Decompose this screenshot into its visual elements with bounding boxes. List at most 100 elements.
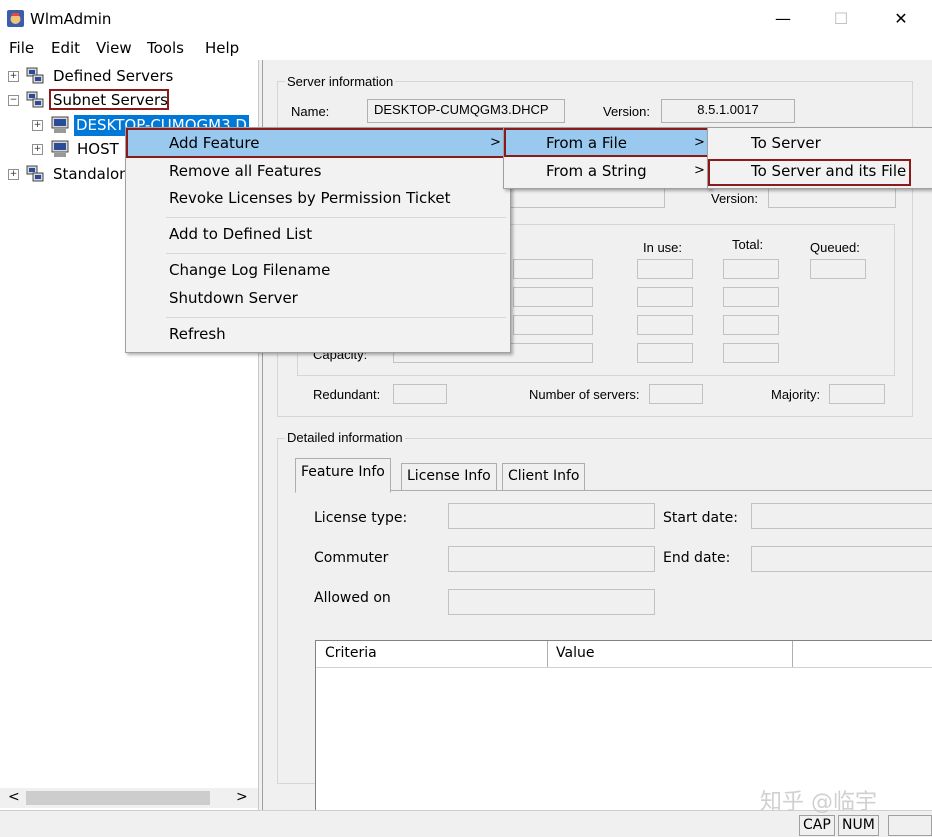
watermark: 知乎 @临宇 — [760, 790, 877, 815]
total-field — [723, 287, 779, 307]
tree-label: HOST — [77, 140, 119, 158]
menu-item-refresh[interactable]: Refresh — [128, 321, 506, 347]
version-label: Version: — [603, 104, 650, 119]
end-date-label: End date: — [663, 550, 731, 566]
menu-edit[interactable]: Edit — [51, 39, 80, 57]
menu-separator — [166, 217, 506, 218]
server-icon — [26, 91, 44, 108]
menu-item-from-a-string[interactable]: From a String > — [506, 158, 708, 184]
menu-separator — [166, 253, 506, 254]
commuter-field — [448, 546, 655, 572]
server-icon — [26, 165, 44, 182]
total-field — [723, 315, 779, 335]
annotation-box — [708, 159, 911, 186]
annotation-box — [49, 89, 169, 110]
commuter-label: Commuter — [314, 550, 389, 566]
annotation-box — [504, 128, 710, 157]
redundant-field — [393, 384, 447, 404]
tree-node-standalone[interactable]: + Standalon — [8, 164, 129, 186]
num-indicator: NUM — [838, 815, 879, 836]
expand-icon[interactable]: + — [8, 169, 19, 180]
tab-license-info[interactable]: License Info — [401, 463, 497, 491]
menu-bar: File Edit View Tools Help — [0, 38, 932, 60]
name-label: Name: — [291, 104, 330, 119]
end-date-field — [751, 546, 932, 572]
menu-item-to-server[interactable]: To Server — [710, 130, 930, 156]
menu-tools[interactable]: Tools — [147, 39, 184, 57]
title-bar: WlmAdmin — ☐ ✕ — [0, 0, 932, 38]
server-icon — [51, 116, 69, 133]
queued-field — [810, 259, 866, 279]
in-use-field — [637, 315, 693, 335]
table-header-row — [316, 641, 932, 668]
expand-icon[interactable]: + — [8, 71, 19, 82]
menu-item-label: Refresh — [169, 325, 226, 343]
version2-field — [768, 188, 896, 208]
tab-feature-info[interactable]: Feature Info — [295, 458, 391, 493]
detailed-info-legend: Detailed information — [285, 430, 405, 445]
minimize-icon: — — [775, 9, 791, 28]
column-header-criteria[interactable]: Criteria — [325, 645, 377, 661]
redundant-label: Redundant: — [313, 387, 381, 402]
in-use-field — [637, 287, 693, 307]
column-header-value[interactable]: Value — [556, 645, 594, 661]
collapse-icon[interactable]: − — [8, 95, 19, 106]
submenu-arrow-icon: > — [694, 163, 705, 178]
maximize-button[interactable]: ☐ — [818, 0, 864, 38]
queued-label: Queued: — [810, 240, 860, 255]
menu-file[interactable]: File — [9, 39, 34, 57]
menu-item-revoke-licenses[interactable]: Revoke Licenses by Permission Ticket — [128, 185, 506, 211]
menu-item-label: Revoke Licenses by Permission Ticket — [169, 189, 451, 207]
menu-item-change-log-filename[interactable]: Change Log Filename — [128, 257, 506, 283]
tree-node-defined-servers[interactable]: + Defined Servers — [8, 66, 248, 88]
menu-item-label: Add to Defined List — [169, 225, 313, 243]
tree-label: Standalon — [53, 165, 129, 183]
num-servers-label: Number of servers: — [529, 387, 640, 402]
scroll-thumb[interactable] — [26, 791, 210, 805]
column-divider[interactable] — [792, 641, 793, 667]
menu-item-label: From a String — [546, 162, 647, 180]
license-type-label: License type: — [314, 510, 408, 526]
maximize-icon: ☐ — [833, 9, 849, 28]
close-icon: ✕ — [894, 9, 908, 28]
allowed-on-label: Allowed on — [314, 590, 391, 606]
tab-client-info[interactable]: Client Info — [502, 463, 586, 491]
scroll-left-icon[interactable]: < — [8, 789, 20, 805]
close-button[interactable]: ✕ — [878, 0, 924, 38]
version-field: 8.5.1.0017 — [661, 99, 795, 123]
menu-item-add-to-defined-list[interactable]: Add to Defined List — [128, 221, 506, 247]
status-cell-empty — [888, 815, 932, 836]
menu-item-label: Change Log Filename — [169, 261, 331, 279]
total-label: Total: — [732, 237, 764, 252]
scroll-right-icon[interactable]: > — [236, 789, 248, 805]
count-field — [513, 315, 593, 335]
tree-label: Defined Servers — [53, 67, 174, 85]
version2-label: Version: — [711, 191, 758, 206]
menu-help[interactable]: Help — [205, 39, 239, 57]
menu-view[interactable]: View — [96, 39, 132, 57]
server-icon — [26, 67, 44, 84]
context-menu: Add Feature > Remove all Features Revoke… — [125, 127, 511, 353]
menu-item-shutdown-server[interactable]: Shutdown Server — [128, 285, 506, 311]
menu-item-label: Remove all Features — [169, 162, 322, 180]
server-icon — [51, 140, 69, 157]
in-use-field — [637, 259, 693, 279]
annotation-box — [126, 128, 510, 158]
menu-item-label: Shutdown Server — [169, 289, 298, 307]
start-date-field — [751, 503, 932, 529]
license-type-field — [448, 503, 655, 529]
menu-separator — [166, 317, 506, 318]
expand-icon[interactable]: + — [32, 144, 43, 155]
in-use-label: In use: — [643, 240, 683, 255]
column-divider[interactable] — [547, 641, 548, 667]
submenu-from-a-file: To Server To Server and its File — [707, 127, 932, 189]
total-field — [723, 343, 779, 363]
minimize-button[interactable]: — — [760, 0, 806, 38]
app-icon — [7, 10, 24, 27]
expand-icon[interactable]: + — [32, 120, 43, 131]
tree-horizontal-scrollbar[interactable]: < > — [0, 788, 258, 808]
menu-item-label: To Server — [751, 134, 821, 152]
cap-indicator: CAP — [799, 815, 835, 836]
name-field: DESKTOP-CUMQGM3.DHCP — [367, 99, 565, 123]
menu-item-remove-all-features[interactable]: Remove all Features — [128, 158, 506, 184]
